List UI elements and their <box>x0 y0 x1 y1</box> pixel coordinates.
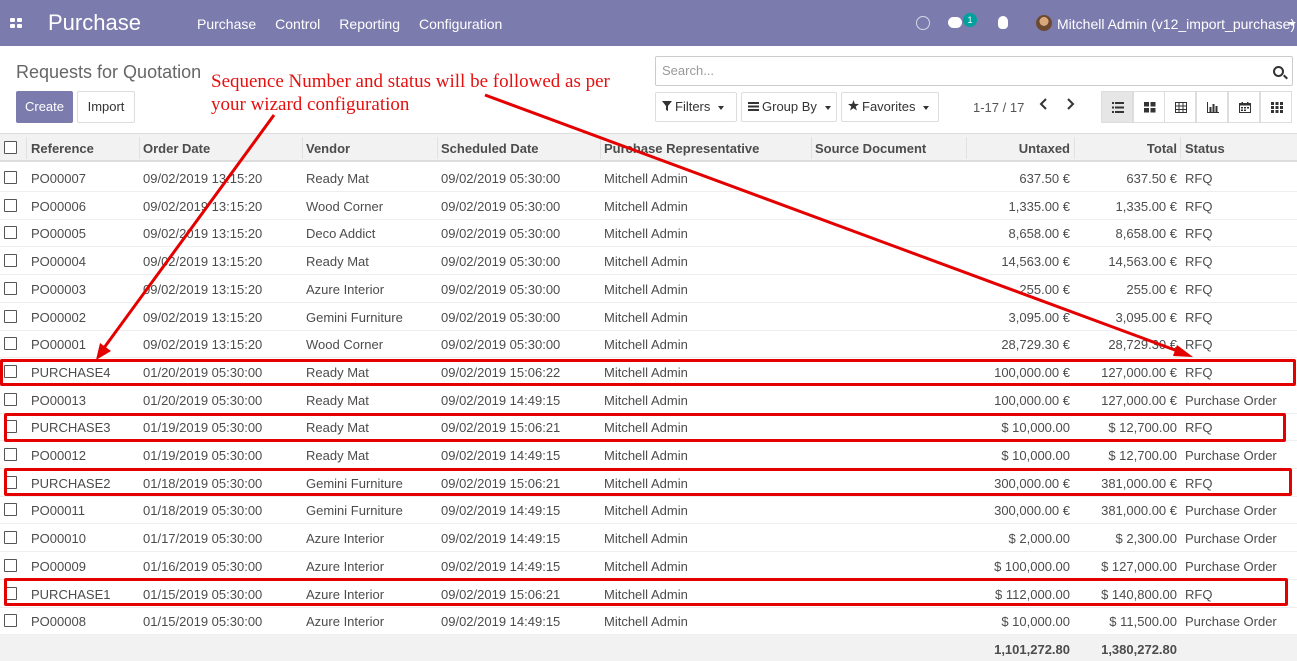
arrow-to-sequence <box>99 114 276 353</box>
arrow-head-status <box>1173 345 1193 357</box>
annotation-arrows <box>96 93 1193 360</box>
arrow-head-sequence <box>96 343 111 360</box>
arrow-to-status <box>484 93 1184 355</box>
